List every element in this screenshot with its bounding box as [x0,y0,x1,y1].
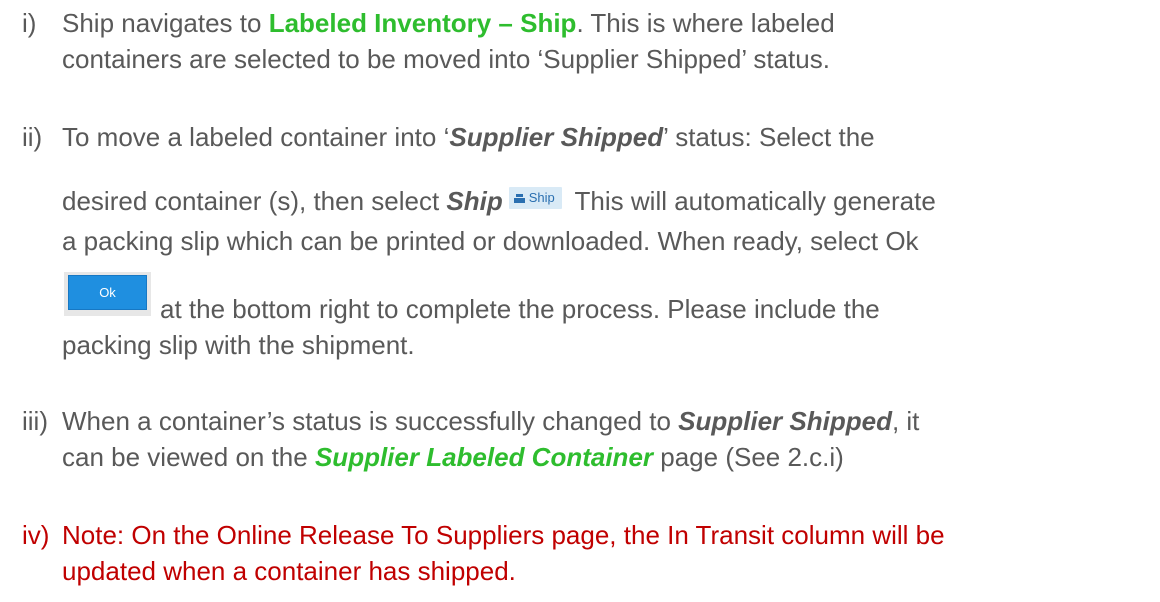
item-text-line: can be viewed on the Supplier Labeled Co… [62,440,844,474]
item-text-line: To move a labeled container into ‘Suppli… [62,120,875,154]
text-segment: When a container’s status is successfull… [62,406,679,436]
text-segment: Note: On the Online Release To Suppliers… [62,520,945,550]
item-text-line: containers are selected to be moved into… [62,42,830,76]
text-segment: containers are selected to be moved into… [62,44,830,74]
text-segment: desired container (s), then select [62,186,447,216]
ok-button-frame: Ok [64,272,151,316]
item-number: iv) [22,520,50,550]
supplier-labeled-container-link[interactable]: Supplier Labeled Container [315,442,653,472]
supplier-shipped-emphasis: Supplier Shipped [449,122,664,152]
text-segment: packing slip with the shipment. [62,330,415,360]
text-segment: Ship navigates to [62,8,269,38]
ship-button-label: Ship [528,190,555,205]
ok-button[interactable]: Ok [68,275,147,310]
text-segment: . This is where labeled [576,8,835,38]
text-segment: updated when a container has shipped. [62,556,516,586]
item-number: ii) [22,122,43,152]
item-text-line: a packing slip which can be printed or d… [62,224,919,258]
item-number: iii) [22,406,48,436]
labeled-inventory-ship-link[interactable]: Labeled Inventory – Ship [269,8,577,38]
item-text-line: packing slip with the shipment. [62,328,415,362]
text-segment: can be viewed on the [62,442,315,472]
text-segment: page (See 2.c.i) [653,442,844,472]
item-text-line: desired container (s), then select Ship S… [62,184,936,218]
text-segment: This will automatically generate [567,186,936,216]
note-text-line: updated when a container has shipped. [62,554,516,588]
item-text-line: Ship navigates to Labeled Inventory – Sh… [62,6,835,40]
text-segment: ’ status: Select the [663,122,875,152]
text-segment: To move a labeled container into ‘ [62,122,450,152]
text-segment: at the bottom right to complete the proc… [160,294,880,324]
item-text-line: When a container’s status is successfull… [62,404,919,438]
item-number: i) [22,8,37,38]
note-text-line: Note: On the Online Release To Suppliers… [62,518,945,552]
ship-button[interactable]: Ship [508,187,562,209]
text-segment: , it [891,406,920,436]
printer-icon [513,194,525,203]
document-page: i) Ship navigates to Labeled Inventory –… [0,0,1160,602]
supplier-shipped-emphasis: Supplier Shipped [678,406,892,436]
item-text-line: at the bottom right to complete the proc… [160,292,880,326]
ship-emphasis: Ship [446,186,503,216]
text-segment: a packing slip which can be printed or d… [62,226,919,256]
